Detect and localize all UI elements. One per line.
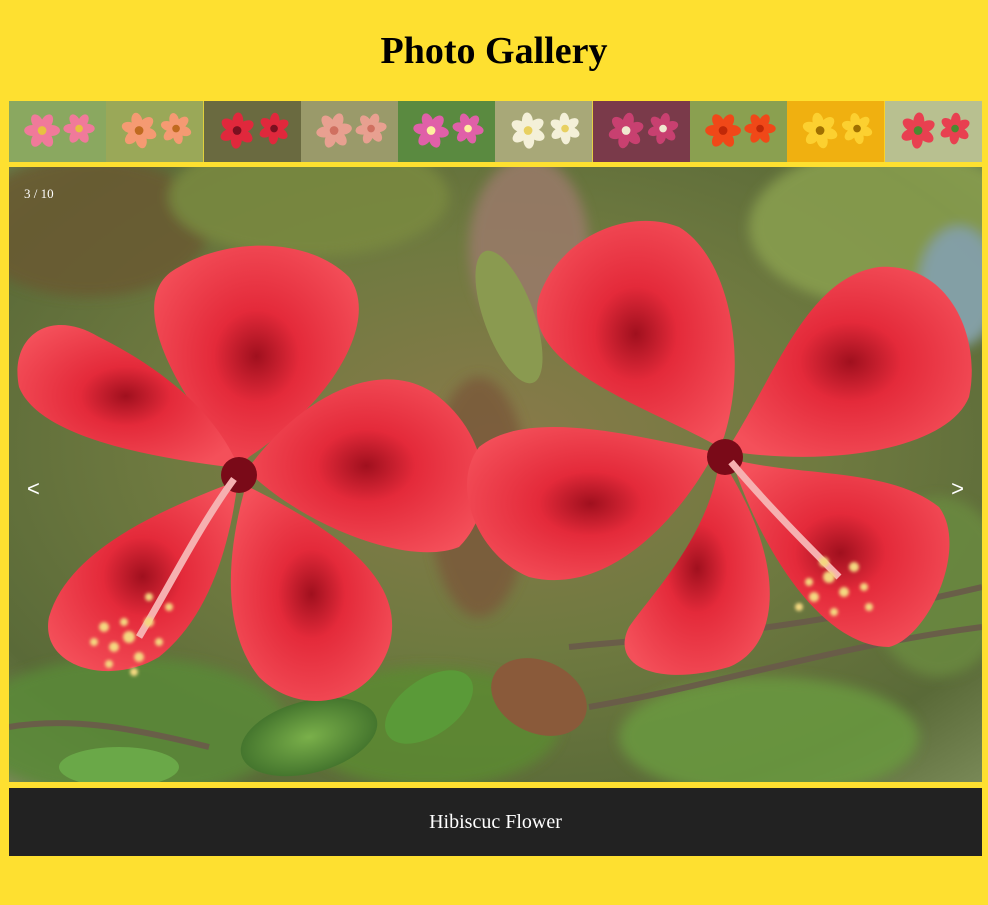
lotus-icon bbox=[300, 101, 399, 162]
thumbnail-chrysanthemum-thumb[interactable] bbox=[592, 101, 691, 162]
thumbnail-petunia-thumb[interactable] bbox=[398, 101, 496, 162]
petunia-icon bbox=[398, 101, 496, 162]
thumbnail-lotus-thumb[interactable] bbox=[300, 101, 399, 162]
chrysanthemum-icon bbox=[592, 101, 691, 162]
photo-caption: Hibiscuc Flower bbox=[429, 810, 562, 833]
pink-gerbera-icon bbox=[9, 101, 107, 162]
thumbnail-pink-gerbera-thumb[interactable] bbox=[9, 101, 107, 162]
page-title: Photo Gallery bbox=[380, 30, 608, 72]
previous-slide-button[interactable]: < bbox=[17, 472, 50, 506]
slide-counter: 3 / 10 bbox=[24, 186, 54, 201]
yellow-dahlia-icon bbox=[787, 101, 885, 162]
tulip-icon bbox=[884, 101, 982, 162]
white-plumeria-icon bbox=[495, 101, 593, 162]
thumbnail-orange-rose-thumb[interactable] bbox=[690, 101, 788, 162]
next-slide-button[interactable]: > bbox=[941, 472, 974, 506]
thumbnail-tulip-thumb[interactable] bbox=[884, 101, 982, 162]
red-hibiscus-icon bbox=[203, 101, 301, 162]
thumbnail-orange-gerbera-thumb[interactable] bbox=[106, 101, 204, 162]
red-hibiscus-photo bbox=[9, 167, 982, 782]
thumbnail-yellow-dahlia-thumb[interactable] bbox=[787, 101, 885, 162]
caption-bar: Hibiscuc Flower bbox=[9, 788, 982, 856]
slideshow-viewer: 3 / 10 < > bbox=[9, 167, 982, 782]
orange-gerbera-icon bbox=[106, 101, 204, 162]
thumbnail-red-hibiscus-thumb[interactable] bbox=[203, 101, 301, 162]
orange-rose-icon bbox=[690, 101, 788, 162]
thumbnail-white-plumeria-thumb[interactable] bbox=[495, 101, 593, 162]
thumbnail-strip bbox=[9, 101, 982, 162]
